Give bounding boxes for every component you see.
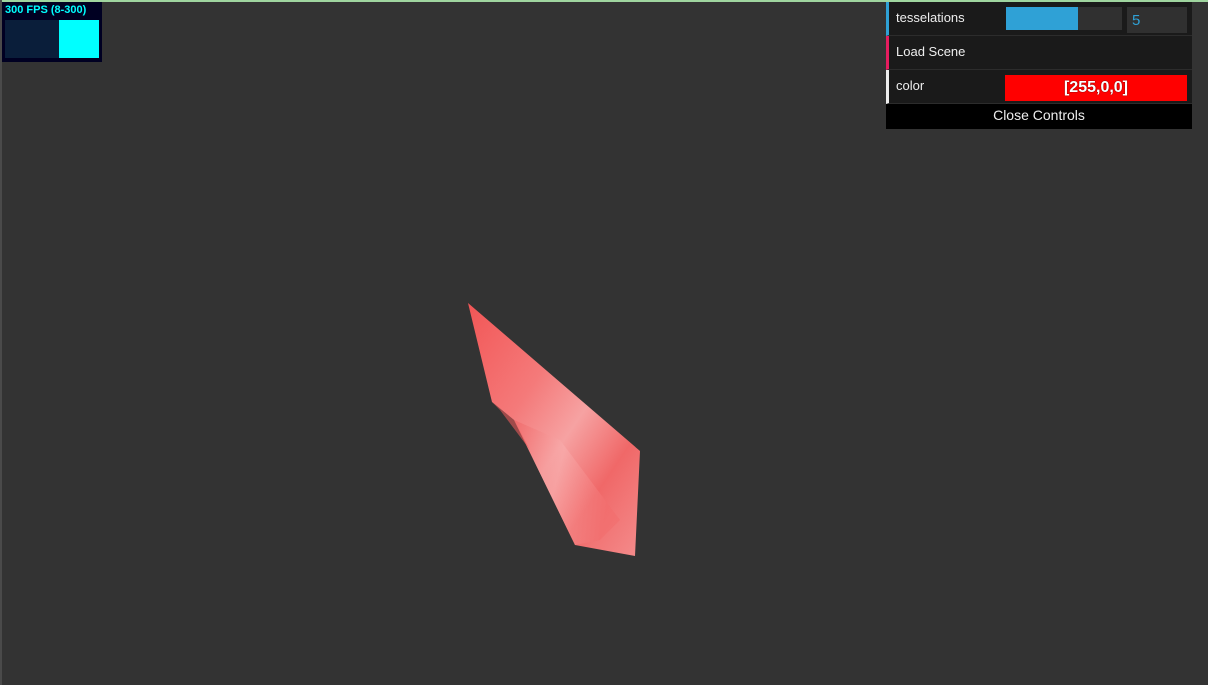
load-scene-label: Load Scene	[896, 44, 966, 59]
tesselations-controller: tesselations	[886, 2, 1192, 36]
tesselations-label: tesselations	[896, 10, 965, 25]
tesselations-slider[interactable]	[1006, 7, 1122, 30]
fps-stats-panel[interactable]: 300 FPS (8-300)	[2, 2, 102, 62]
color-input[interactable]: [255,0,0]	[1005, 75, 1187, 101]
fps-readout: 300 FPS (8-300)	[5, 4, 87, 16]
fps-graph-bar	[59, 20, 99, 58]
close-controls-button[interactable]: Close Controls	[886, 104, 1192, 129]
color-label: color	[896, 78, 925, 93]
fps-graph	[5, 20, 99, 58]
color-controller: color [255,0,0]	[886, 70, 1192, 104]
controls-panel: tesselations Load Scene color [255,0,0] …	[886, 2, 1192, 129]
load-scene-button[interactable]: Load Scene	[886, 36, 1192, 70]
tesselations-slider-fill	[1006, 7, 1078, 30]
tesselations-input[interactable]	[1127, 7, 1187, 33]
